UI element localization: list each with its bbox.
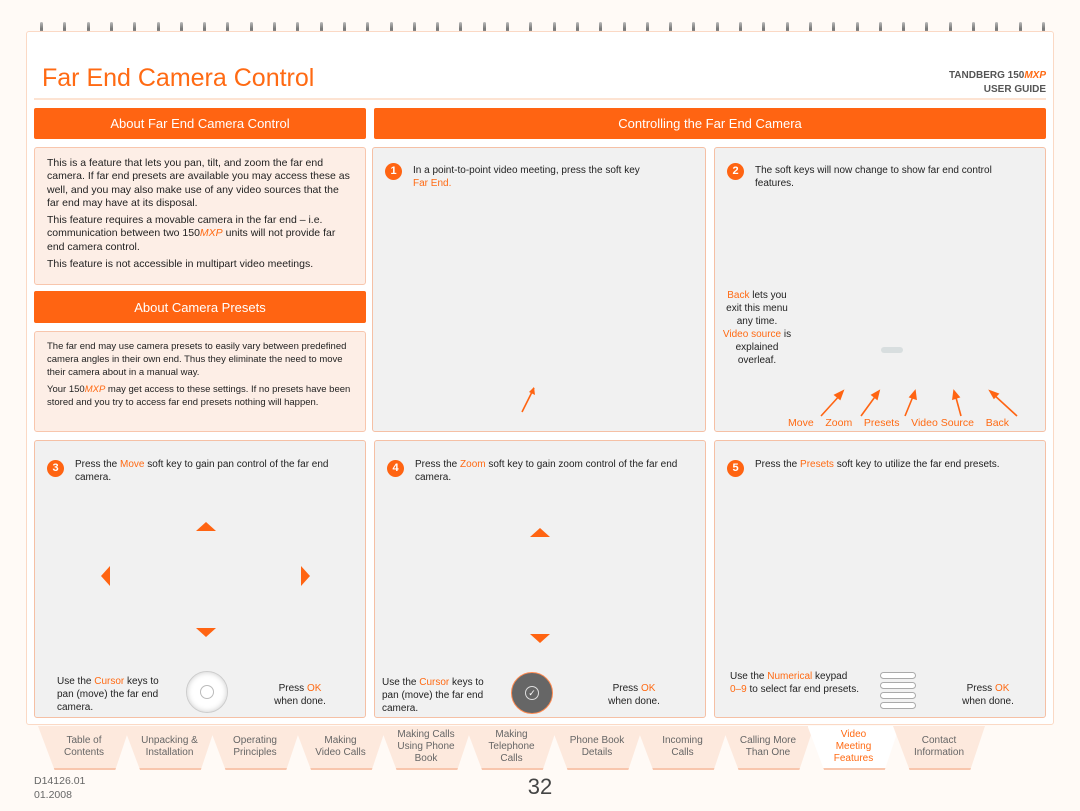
cursor-instructions: Use the Cursor keys to pan (move) the fa…	[382, 677, 484, 714]
step-number: 1	[385, 163, 402, 180]
brand-name: TANDBERG 150	[948, 70, 1025, 81]
tab-phone-book-details[interactable]: Phone Book Details	[551, 726, 643, 770]
arrow-down-icon	[196, 628, 216, 637]
tab-label: Video Meeting Features	[833, 729, 874, 764]
press-ok: Press OK when done.	[608, 683, 660, 707]
step-text: Press the Presets soft key to utilize th…	[755, 459, 1000, 470]
arrow-up-icon	[530, 528, 550, 537]
tab-contact-information[interactable]: Contact Information	[893, 726, 985, 770]
arrow-down-icon	[530, 634, 550, 643]
tab-unpacking-installation[interactable]: Unpacking & Installation	[123, 726, 216, 770]
softkey-arrows	[820, 389, 1018, 417]
tab-video-meeting-features[interactable]: Video Meeting Features	[807, 726, 900, 770]
tab-calling-more-than-one[interactable]: Calling More Than One	[722, 726, 814, 770]
tab-making-video-calls[interactable]: Making Video Calls	[294, 726, 387, 770]
tab-label: Making Calls Using Phone Book	[397, 729, 455, 764]
tab-label: Incoming Calls	[662, 735, 703, 758]
note: Back lets you exit this menu any time. Vi…	[722, 290, 792, 366]
tab-label: Unpacking & Installation	[141, 735, 198, 758]
keypad-instructions: Use the Numerical keypad 0–9 to select fa…	[730, 671, 859, 695]
press-ok: Press OK when done.	[962, 683, 1014, 707]
about-heading: About Far End Camera Control	[34, 108, 366, 139]
tab-label: Making Video Calls	[315, 735, 366, 758]
about-text-2: This feature requires a movable camera i…	[47, 214, 336, 253]
tab-table-of-contents[interactable]: Table of Contents	[38, 726, 130, 770]
arrow-icon	[521, 387, 535, 413]
step-text: Press the Zoom soft key to gain zoom con…	[415, 459, 678, 483]
arrow-up-icon	[196, 522, 216, 531]
tab-label: Making Telephone Calls	[488, 729, 535, 764]
tab-operating-principles[interactable]: Operating Principles	[209, 726, 301, 770]
doc-date: 01.2008	[34, 789, 72, 801]
indicator-icon	[881, 347, 903, 353]
tab-label: Phone Book Details	[569, 735, 625, 758]
tab-making-calls-using-phone-book[interactable]: Making Calls Using Phone Book	[380, 726, 472, 770]
step-text: The soft keys will now change to show fa…	[755, 165, 992, 189]
step-number: 2	[727, 163, 744, 180]
step-text: Press the Move soft key to gain pan cont…	[75, 459, 329, 483]
step-number: 5	[727, 460, 744, 477]
step-2-panel: 2 The soft keys will now change to show …	[714, 147, 1046, 432]
step-text: In a point-to-point video meeting, press…	[413, 165, 640, 189]
step-4-panel: 4 Press the Zoom soft key to gain zoom c…	[374, 440, 706, 718]
brand-model: MXP	[1024, 70, 1046, 81]
user-guide-label: USER GUIDE	[983, 84, 1046, 95]
page-number: 32	[527, 774, 553, 799]
presets-panel: The far end may use camera presets to ea…	[34, 331, 366, 432]
tab-making-telephone-calls[interactable]: Making Telephone Calls	[465, 726, 558, 770]
tab-incoming-calls[interactable]: Incoming Calls	[636, 726, 729, 770]
remote-dpad-icon	[186, 671, 228, 713]
cursor-instructions: Use the Cursor keys to pan (move) the fa…	[57, 676, 159, 713]
softkey-move: Move	[788, 417, 814, 429]
controlling-heading: Controlling the Far End Camera	[374, 108, 1046, 139]
softkey-video-source: Video Source	[911, 417, 975, 429]
softkey-labels: Move Zoom Presets Video Source Back	[788, 417, 1009, 430]
arrow-right-icon	[301, 566, 310, 586]
about-panel: This is a feature that lets you pan, til…	[34, 147, 366, 285]
step-number: 3	[47, 460, 64, 477]
tab-label: Operating Principles	[233, 735, 277, 758]
tab-label: Table of Contents	[63, 735, 105, 758]
arrow-left-icon	[101, 566, 110, 586]
step-number: 4	[387, 460, 404, 477]
presets-text-2: Your 150MXP may get access to these sett…	[47, 384, 351, 408]
step-1-panel: 1 In a point-to-point video meeting, pre…	[372, 147, 706, 432]
about-text-1: This is a feature that lets you pan, til…	[47, 157, 350, 209]
divider	[34, 98, 1046, 100]
step-3-panel: 3 Press the Move soft key to gain pan co…	[34, 440, 366, 718]
about-text-3: This feature is not accessible in multip…	[47, 258, 314, 271]
step-5-panel: 5 Press the Presets soft key to utilize …	[714, 440, 1046, 718]
softkey-presets: Presets	[863, 417, 900, 429]
tab-label: Calling More Than One	[739, 735, 797, 758]
softkey-zoom: Zoom	[825, 417, 853, 429]
remote-dpad-icon: ✓	[511, 672, 553, 714]
doc-info: D14126.01 01.2008	[34, 774, 85, 802]
page-title: Far End Camera Control	[42, 64, 315, 92]
press-ok: Press OK when done.	[274, 683, 326, 707]
softkey-back: Back	[985, 417, 1010, 429]
presets-heading: About Camera Presets	[34, 291, 366, 323]
keypad-icon	[880, 672, 916, 709]
presets-text-1: The far end may use camera presets to ea…	[47, 341, 347, 378]
tab-label: Contact Information	[913, 735, 965, 758]
doc-number: D14126.01	[34, 775, 86, 787]
brand: TANDBERG 150MXP USER GUIDE	[949, 69, 1046, 97]
